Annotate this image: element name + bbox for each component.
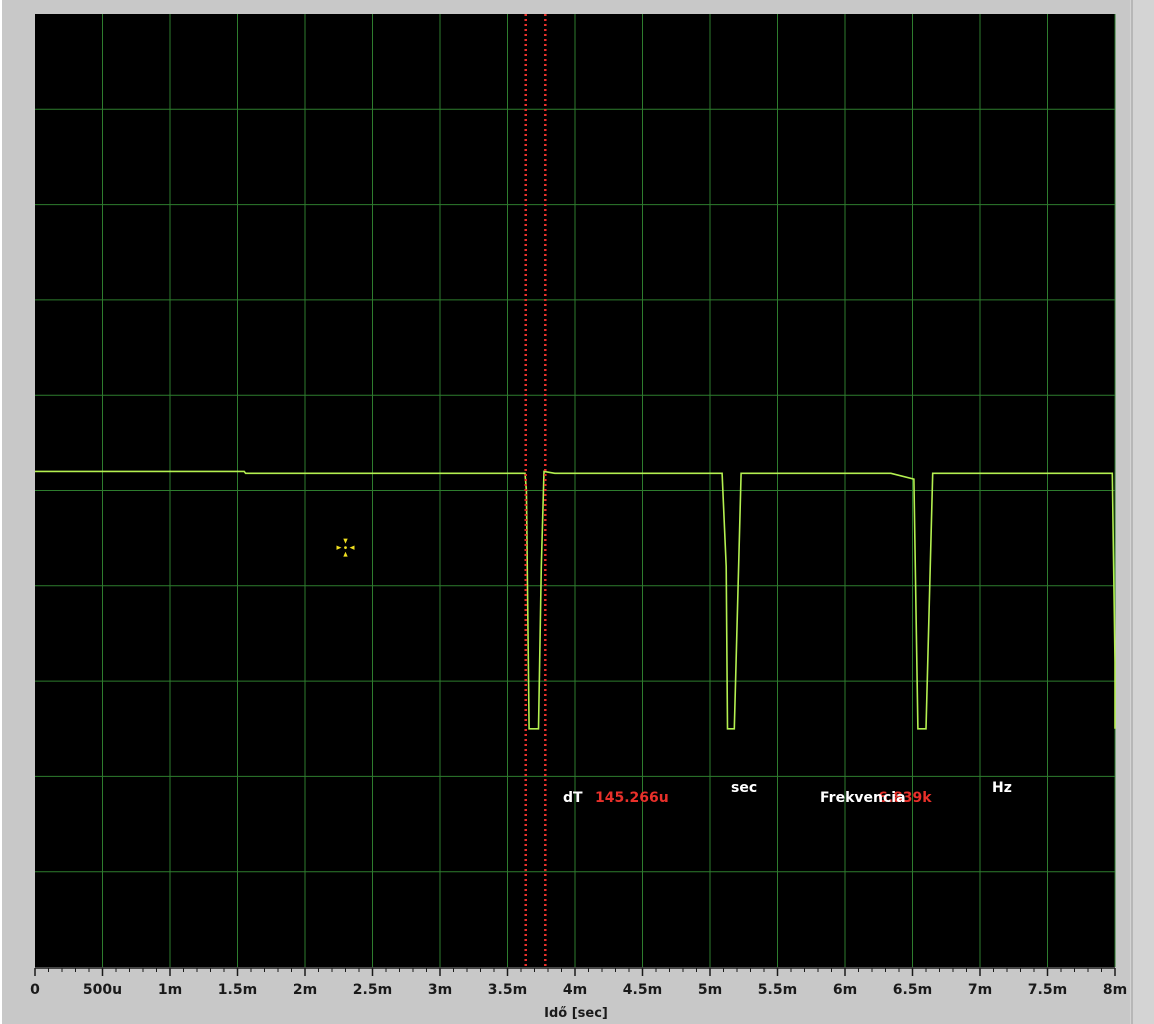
- x-tick-label: 4m: [563, 982, 587, 998]
- x-tick-label: 3m: [428, 982, 452, 998]
- x-tick-label: 5.5m: [758, 982, 797, 998]
- x-tick-label: 6m: [833, 982, 857, 998]
- oscilloscope-chart: dT 145.266u sec 6.839k Frekvencia Hz 0 50…: [0, 0, 1154, 1024]
- x-tick-label: 3.5m: [488, 982, 527, 998]
- x-tick-label: 500u: [83, 982, 122, 998]
- x-tick-label: 1.5m: [218, 982, 257, 998]
- x-tick-label: 0: [30, 982, 40, 998]
- x-axis-title: Idő [sec]: [544, 1006, 608, 1021]
- dt-unit: sec: [731, 780, 757, 796]
- x-tick-label: 2m: [293, 982, 317, 998]
- frequency-unit: Hz: [992, 780, 1012, 796]
- dt-value: 145.266u: [595, 790, 669, 806]
- x-tick-label: 8m: [1103, 982, 1127, 998]
- marker-center: [344, 546, 347, 550]
- x-tick-label: 5m: [698, 982, 722, 998]
- x-tick-label: 1m: [158, 982, 182, 998]
- x-tick-label: 7m: [968, 982, 992, 998]
- frequency-label: Frekvencia: [820, 790, 906, 806]
- right-edge-panel: [1130, 0, 1154, 1024]
- x-tick-label: 7.5m: [1028, 982, 1067, 998]
- dt-label: dT: [563, 790, 583, 806]
- x-tick-label: 2.5m: [353, 982, 392, 998]
- x-tick-label: 4.5m: [623, 982, 662, 998]
- x-tick-label: 6.5m: [893, 982, 932, 998]
